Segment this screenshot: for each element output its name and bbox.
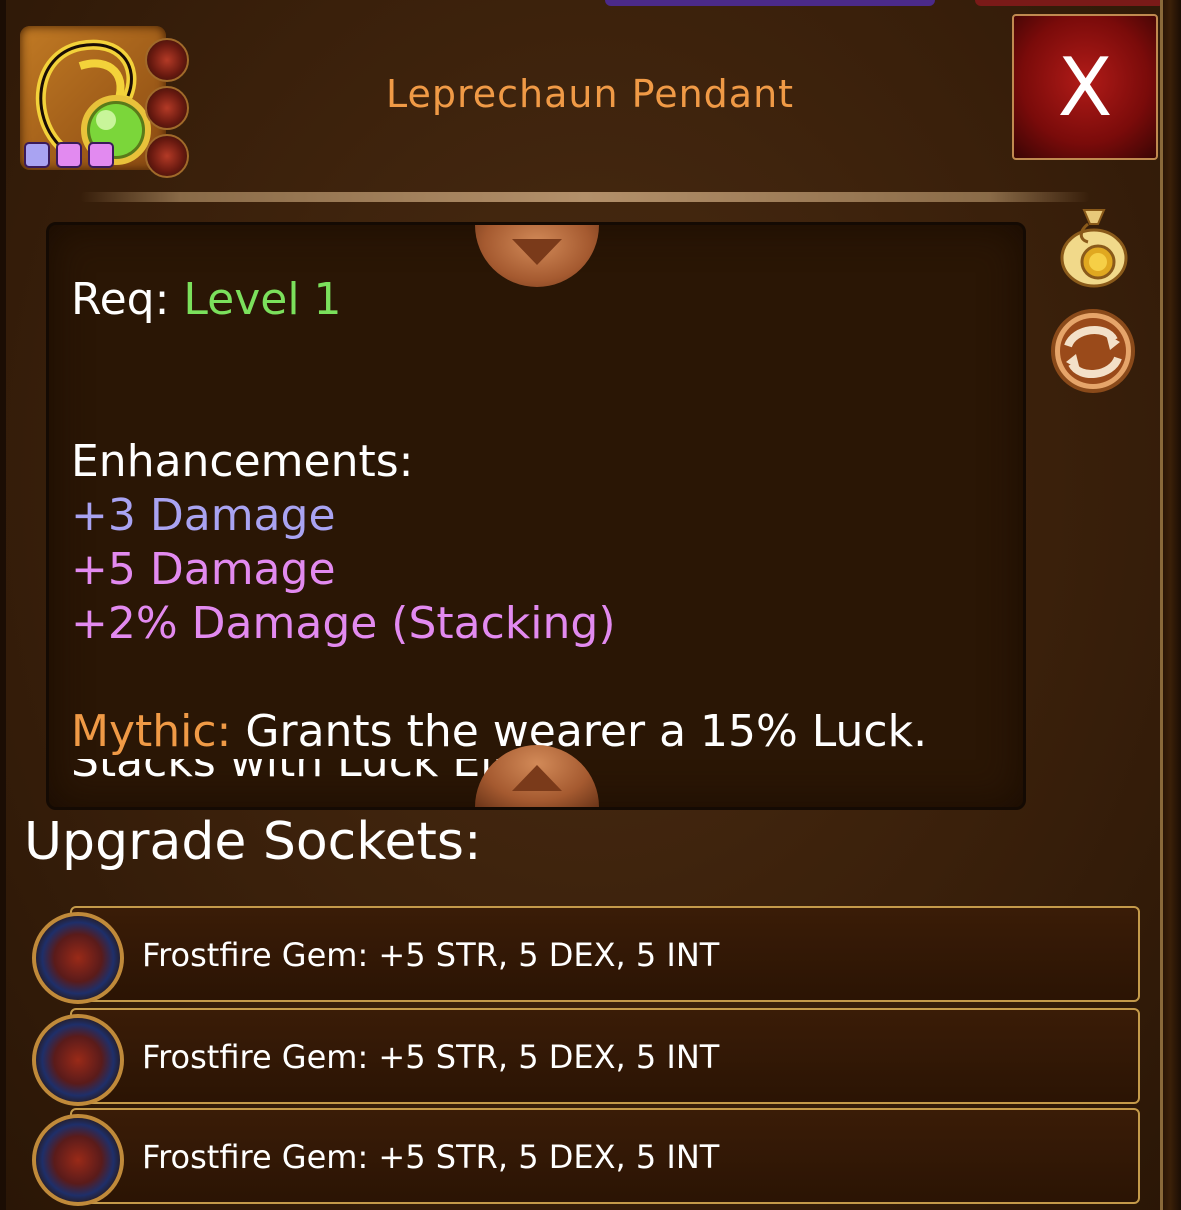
sell-button[interactable] [1058, 202, 1130, 290]
frostfire-gem-icon [32, 1114, 124, 1206]
gem-socket-icon [145, 134, 189, 178]
enhancements-heading: Enhancements: [71, 436, 414, 487]
divider [80, 192, 1090, 202]
top-tab-strip-right [975, 0, 1165, 6]
enhancement-line: +2% Damage (Stacking) [71, 598, 616, 649]
right-border [1160, 0, 1181, 1210]
upgrade-socket-row[interactable]: Frostfire Gem: +5 STR, 5 DEX, 5 INT [70, 906, 1140, 1002]
socket-gem-text: Frostfire Gem: +5 STR, 5 DEX, 5 INT [142, 936, 720, 974]
upgrade-socket-row[interactable]: Frostfire Gem: +5 STR, 5 DEX, 5 INT [70, 1008, 1140, 1104]
upgrade-socket-row[interactable]: Frostfire Gem: +5 STR, 5 DEX, 5 INT [70, 1108, 1140, 1204]
description-content: Req: Level 1 Enhancements: +3 Damage +5 … [71, 273, 1001, 787]
enhancement-line: +3 Damage [71, 490, 336, 541]
left-border [0, 0, 6, 1210]
chevron-down-icon [512, 239, 562, 265]
gold-bag-icon [1060, 209, 1128, 288]
socket-gem-text: Frostfire Gem: +5 STR, 5 DEX, 5 INT [142, 1138, 720, 1176]
close-icon: X [1057, 40, 1113, 134]
mythic-label: Mythic: [71, 706, 232, 757]
item-detail-window: Leprechaun Pendant X Req: Level 1 Enhanc… [0, 0, 1181, 1210]
tier-dot [88, 142, 114, 168]
gem-socket-icon [145, 38, 189, 82]
close-button[interactable]: X [1012, 14, 1158, 160]
tier-dot [24, 142, 50, 168]
frostfire-gem-icon [32, 912, 124, 1004]
mythic-text: Grants the wearer a 15% Luck. [245, 706, 928, 757]
item-socket-pips [145, 38, 189, 182]
enhancement-line: +5 Damage [71, 544, 336, 595]
req-label: Req: [71, 274, 170, 325]
swap-button[interactable] [1048, 306, 1138, 396]
swap-arrows-icon [1051, 309, 1135, 393]
item-description-panel[interactable]: Req: Level 1 Enhancements: +3 Damage +5 … [46, 222, 1026, 810]
socket-gem-text: Frostfire Gem: +5 STR, 5 DEX, 5 INT [142, 1038, 720, 1076]
gem-socket-icon [145, 86, 189, 130]
tier-dot [56, 142, 82, 168]
enhancement-tier-dots [24, 142, 114, 168]
req-value: Level 1 [183, 274, 342, 325]
item-title: Leprechaun Pendant [385, 72, 795, 116]
upgrade-sockets-heading: Upgrade Sockets: [24, 812, 482, 872]
frostfire-gem-icon [32, 1014, 124, 1106]
chevron-up-icon [512, 765, 562, 791]
top-tab-strip [605, 0, 935, 6]
